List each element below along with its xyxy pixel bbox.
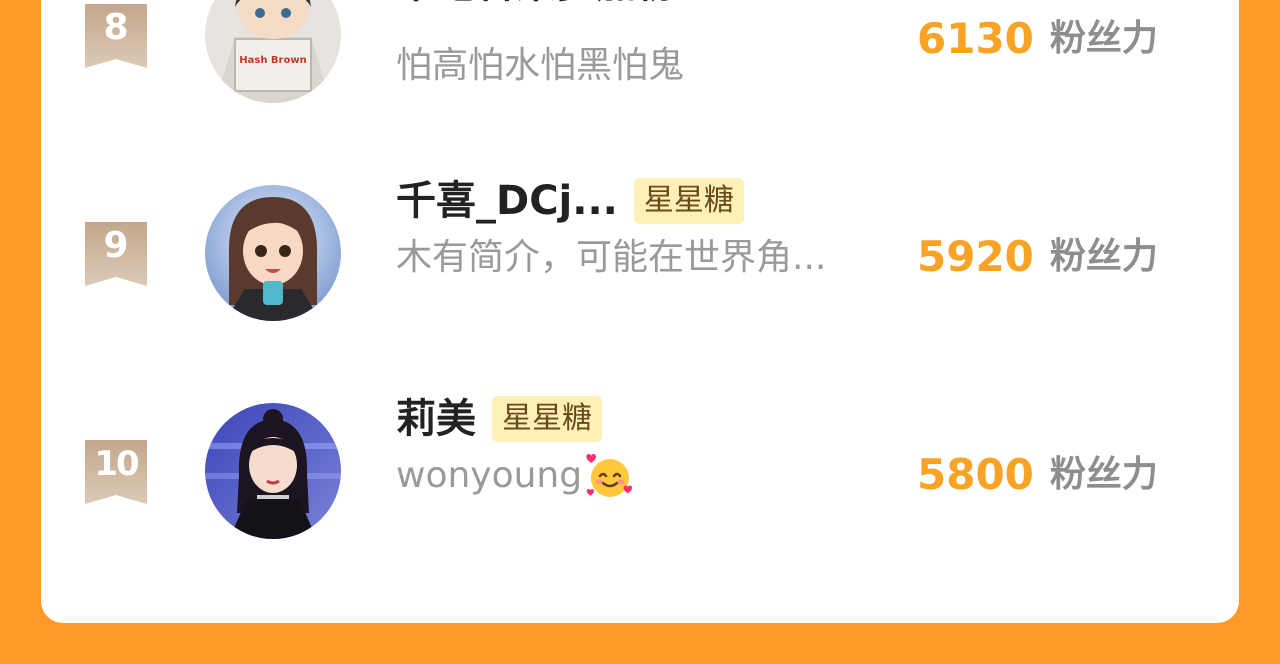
name-line: 莉美 星星糖 xyxy=(396,391,602,447)
user-bio: 怕高怕水怕黑怕鬼 xyxy=(396,45,685,86)
score-unit: 粉丝力 xyxy=(1049,236,1158,277)
leaderboard-row-10[interactable]: 10 莉美 星星糖 wonyoung 5800 粉丝力 xyxy=(41,396,1239,546)
rank-badge: 8 xyxy=(85,4,147,68)
avatar[interactable] xyxy=(205,185,341,321)
score-value: 5920 xyxy=(917,232,1034,281)
rank-badge: 10 xyxy=(85,440,147,504)
user-bio: wonyoung xyxy=(396,452,634,500)
leaderboard-row-9[interactable]: 9 千喜_DCj... 星星糖 木有简介，可能在世界角... 5920 粉丝力 xyxy=(41,178,1239,328)
score-value: 5800 xyxy=(917,450,1034,499)
score: 6130 粉丝力 xyxy=(917,11,1158,67)
user-name[interactable]: 不吃香菜多加粉 xyxy=(396,0,676,12)
leaderboard-row-8[interactable]: 8 Hash Brown 不吃香菜多加粉 怕高怕水怕黑怕鬼 6130 粉丝力 xyxy=(41,0,1239,110)
score: 5800 粉丝力 xyxy=(917,447,1158,503)
score: 5920 粉丝力 xyxy=(917,229,1158,285)
user-name[interactable]: 千喜_DCj... xyxy=(396,173,618,229)
score-unit: 粉丝力 xyxy=(1049,454,1158,495)
user-bio: 木有简介，可能在世界角... xyxy=(396,237,827,278)
rank-number: 10 xyxy=(94,444,139,484)
name-line: 不吃香菜多加粉 xyxy=(396,0,676,12)
rank-number: 9 xyxy=(103,225,129,266)
user-name[interactable]: 莉美 xyxy=(396,391,476,447)
leaderboard-card: 8 Hash Brown 不吃香菜多加粉 怕高怕水怕黑怕鬼 6130 粉丝力 xyxy=(41,0,1239,623)
rank-number: 8 xyxy=(103,7,129,48)
smiling-face-with-hearts-icon xyxy=(586,452,634,500)
avatar[interactable] xyxy=(205,403,341,539)
score-unit: 粉丝力 xyxy=(1049,18,1158,59)
score-value: 6130 xyxy=(917,14,1034,63)
rank-badge: 9 xyxy=(85,222,147,286)
avatar[interactable]: Hash Brown xyxy=(205,0,341,103)
user-tag: 星星糖 xyxy=(492,396,602,442)
user-tag: 星星糖 xyxy=(633,178,744,224)
avatar-text: Hash Brown xyxy=(239,55,306,66)
name-line: 千喜_DCj... 星星糖 xyxy=(396,173,744,229)
